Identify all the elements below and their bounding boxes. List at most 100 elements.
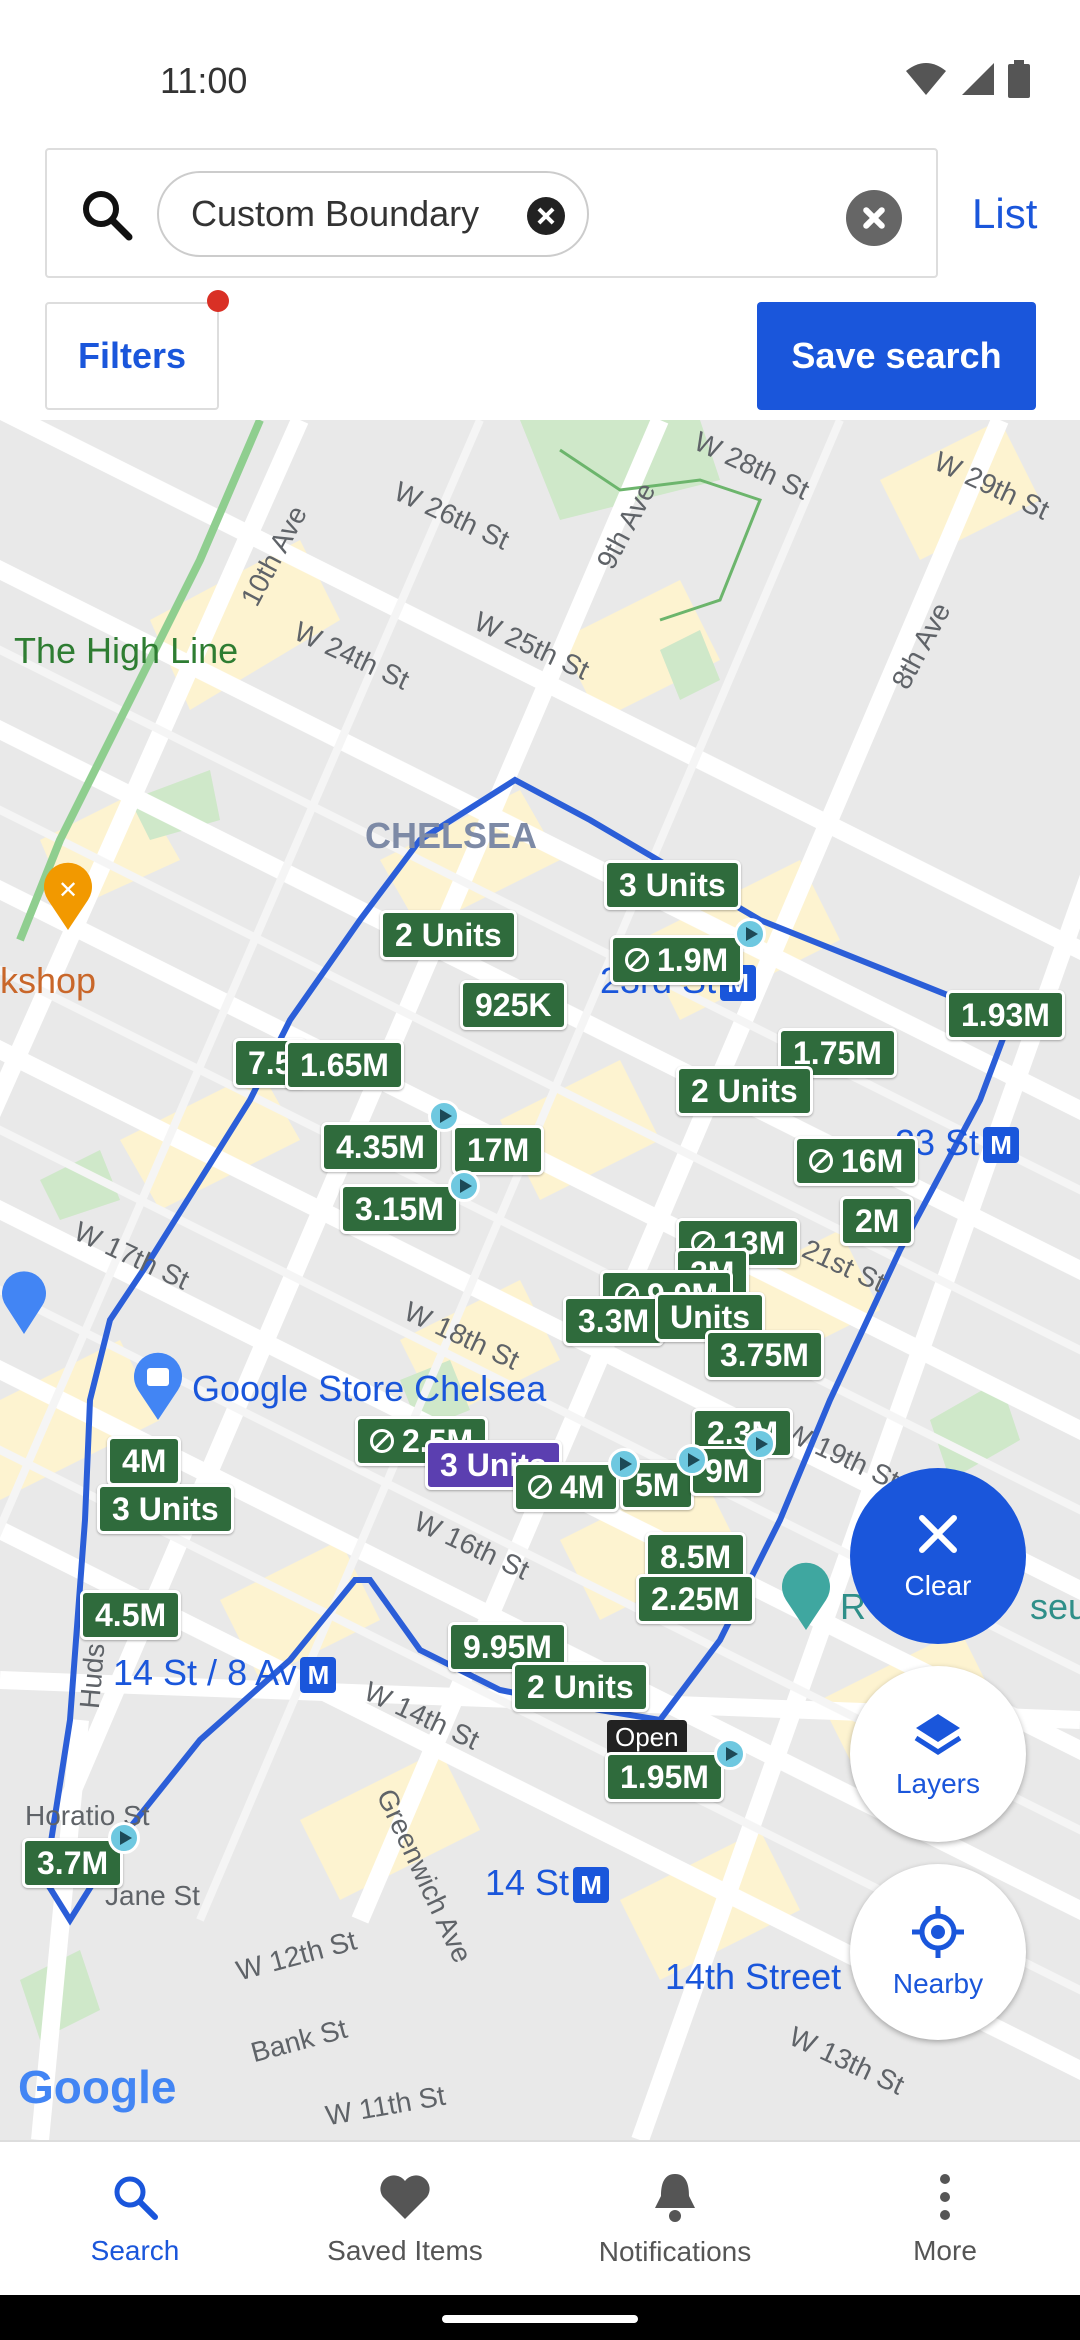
museum-pin-icon[interactable] (778, 1560, 834, 1632)
listing-pin[interactable]: 1.9M (610, 935, 744, 985)
pin-label: 4.35M (336, 1128, 425, 1165)
listing-pin[interactable]: 2.25M (636, 1574, 755, 1624)
restaurant-pin-icon[interactable]: ✕ (40, 860, 96, 932)
listing-pin[interactable]: 16M (794, 1136, 919, 1186)
bookshop-label[interactable]: kshop (0, 960, 96, 1002)
layers-label: Layers (895, 1768, 981, 1799)
video-tour-icon[interactable] (744, 1428, 776, 1460)
open-tag: Open (607, 1720, 687, 1755)
pin-label: 3 Units (112, 1490, 219, 1527)
close-icon (919, 1515, 957, 1553)
filters-indicator-dot (207, 290, 229, 312)
pin-label: 3.15M (355, 1190, 444, 1227)
pin-label: 3.75M (720, 1336, 809, 1373)
pin-label: 3.7M (37, 1844, 109, 1881)
pin-label: 2.25M (651, 1580, 740, 1617)
pin-label: 2 Units (691, 1072, 798, 1109)
unavailable-icon (809, 1149, 833, 1173)
video-tour-icon[interactable] (714, 1738, 746, 1770)
pin-label: 1.93M (961, 996, 1050, 1033)
listing-pin[interactable]: 4.35M (321, 1122, 440, 1172)
video-tour-icon[interactable] (448, 1170, 480, 1202)
high-line-label[interactable]: The High Line (14, 630, 238, 672)
station-name: 14 St (485, 1862, 570, 1903)
search-box[interactable]: Custom Boundary (45, 148, 938, 278)
pin-label: 2 Units (395, 916, 502, 953)
layers-button[interactable]: Layers (850, 1666, 1026, 1842)
pin-label: 2M (855, 1202, 900, 1239)
boundary-chip-label: Custom Boundary (191, 193, 480, 234)
clear-boundary-button[interactable]: Clear (850, 1468, 1026, 1644)
pin-label: 2 Units (527, 1668, 634, 1705)
station-name: 14 St / 8 Av (113, 1652, 297, 1693)
listing-pin[interactable]: 3.3M (563, 1296, 665, 1346)
heart-icon (380, 2174, 430, 2219)
pin-label: 1.65M (300, 1046, 389, 1083)
pin-label: 5M (635, 1466, 680, 1503)
listing-pin[interactable]: 2 Units (676, 1066, 813, 1116)
pin-label: 17M (467, 1131, 530, 1168)
nav-saved-items[interactable]: Saved Items (270, 2142, 540, 2295)
listing-pin[interactable]: 4.5M (80, 1590, 182, 1640)
pin-label: 3 Units (619, 866, 726, 903)
listing-pin[interactable]: 4M (513, 1462, 620, 1512)
listing-pin[interactable]: 1.65M (285, 1040, 404, 1090)
nav-more-label: More (913, 2234, 977, 2266)
station-14th-street[interactable]: 14th Street (665, 1956, 841, 1998)
gesture-handle[interactable] (442, 2315, 638, 2323)
metro-icon: M (300, 1657, 337, 1694)
metro-icon: M (983, 1127, 1020, 1164)
search-icon[interactable] (77, 185, 137, 245)
video-tour-icon[interactable] (608, 1448, 640, 1480)
listing-pin[interactable]: 4M (107, 1436, 182, 1486)
locate-icon (912, 1906, 964, 1958)
battery-icon (1008, 60, 1030, 98)
nav-search-label: Search (90, 2234, 180, 2266)
google-store-label[interactable]: Google Store Chelsea (192, 1368, 546, 1410)
chip-close-icon[interactable] (527, 197, 565, 235)
station-14-st-8-av[interactable]: 14 St / 8 Av M (113, 1652, 337, 1694)
listing-pin[interactable]: 2 Units (380, 910, 517, 960)
listing-pin[interactable]: 3 Units (604, 860, 741, 910)
wifi-icon (906, 63, 946, 95)
google-store-pin-icon[interactable] (130, 1350, 186, 1422)
shopping-pin-icon[interactable] (0, 1270, 48, 1336)
listing-pin[interactable]: 3.7M (22, 1838, 124, 1888)
listing-pin[interactable]: 1.95M (605, 1752, 724, 1802)
listing-pin[interactable]: 925K (460, 980, 567, 1030)
nav-search[interactable]: Search (0, 2142, 270, 2295)
pin-label: 4M (560, 1468, 605, 1505)
nav-notifications[interactable]: Notifications (540, 2142, 810, 2295)
nearby-button[interactable]: Nearby (850, 1864, 1026, 2040)
pin-label: 3.3M (578, 1302, 650, 1339)
listing-pin[interactable]: 2 Units (512, 1662, 649, 1712)
list-link[interactable]: List (972, 190, 1037, 238)
filters-button[interactable]: Filters (45, 302, 219, 410)
clear-search-icon[interactable] (846, 190, 902, 246)
boundary-chip[interactable]: Custom Boundary (157, 171, 589, 257)
pin-label: 8.5M (660, 1538, 732, 1575)
layers-icon (914, 1714, 962, 1755)
nav-saved-label: Saved Items (327, 2234, 483, 2266)
station-14-st[interactable]: 14 St M (485, 1862, 610, 1904)
listing-pin[interactable]: 3.75M (705, 1330, 824, 1380)
listing-pin[interactable]: 2M (840, 1196, 915, 1246)
search-icon (114, 2176, 158, 2220)
listing-pin[interactable]: 1.93M (946, 990, 1065, 1040)
video-tour-icon[interactable] (108, 1822, 140, 1854)
pin-label: 9M (705, 1452, 750, 1489)
save-search-button[interactable]: Save search (757, 302, 1036, 410)
museum-label-tail[interactable]: seum (1030, 1586, 1080, 1628)
nav-notifications-label: Notifications (598, 2235, 752, 2267)
listing-pin[interactable]: 3.15M (340, 1184, 459, 1234)
video-tour-icon[interactable] (734, 918, 766, 950)
google-logo-text: Google (18, 2061, 177, 2113)
listing-pin[interactable]: 17M (452, 1125, 545, 1175)
clear-label: Clear (904, 1570, 972, 1601)
listing-pin[interactable]: 3 Units (97, 1484, 234, 1534)
chelsea-label: CHELSEA (365, 815, 538, 856)
nav-more[interactable]: More (810, 2142, 1080, 2295)
video-tour-icon[interactable] (676, 1444, 708, 1476)
bottom-nav: Search Saved Items Notifications More (0, 2140, 1080, 2295)
video-tour-icon[interactable] (428, 1100, 460, 1132)
